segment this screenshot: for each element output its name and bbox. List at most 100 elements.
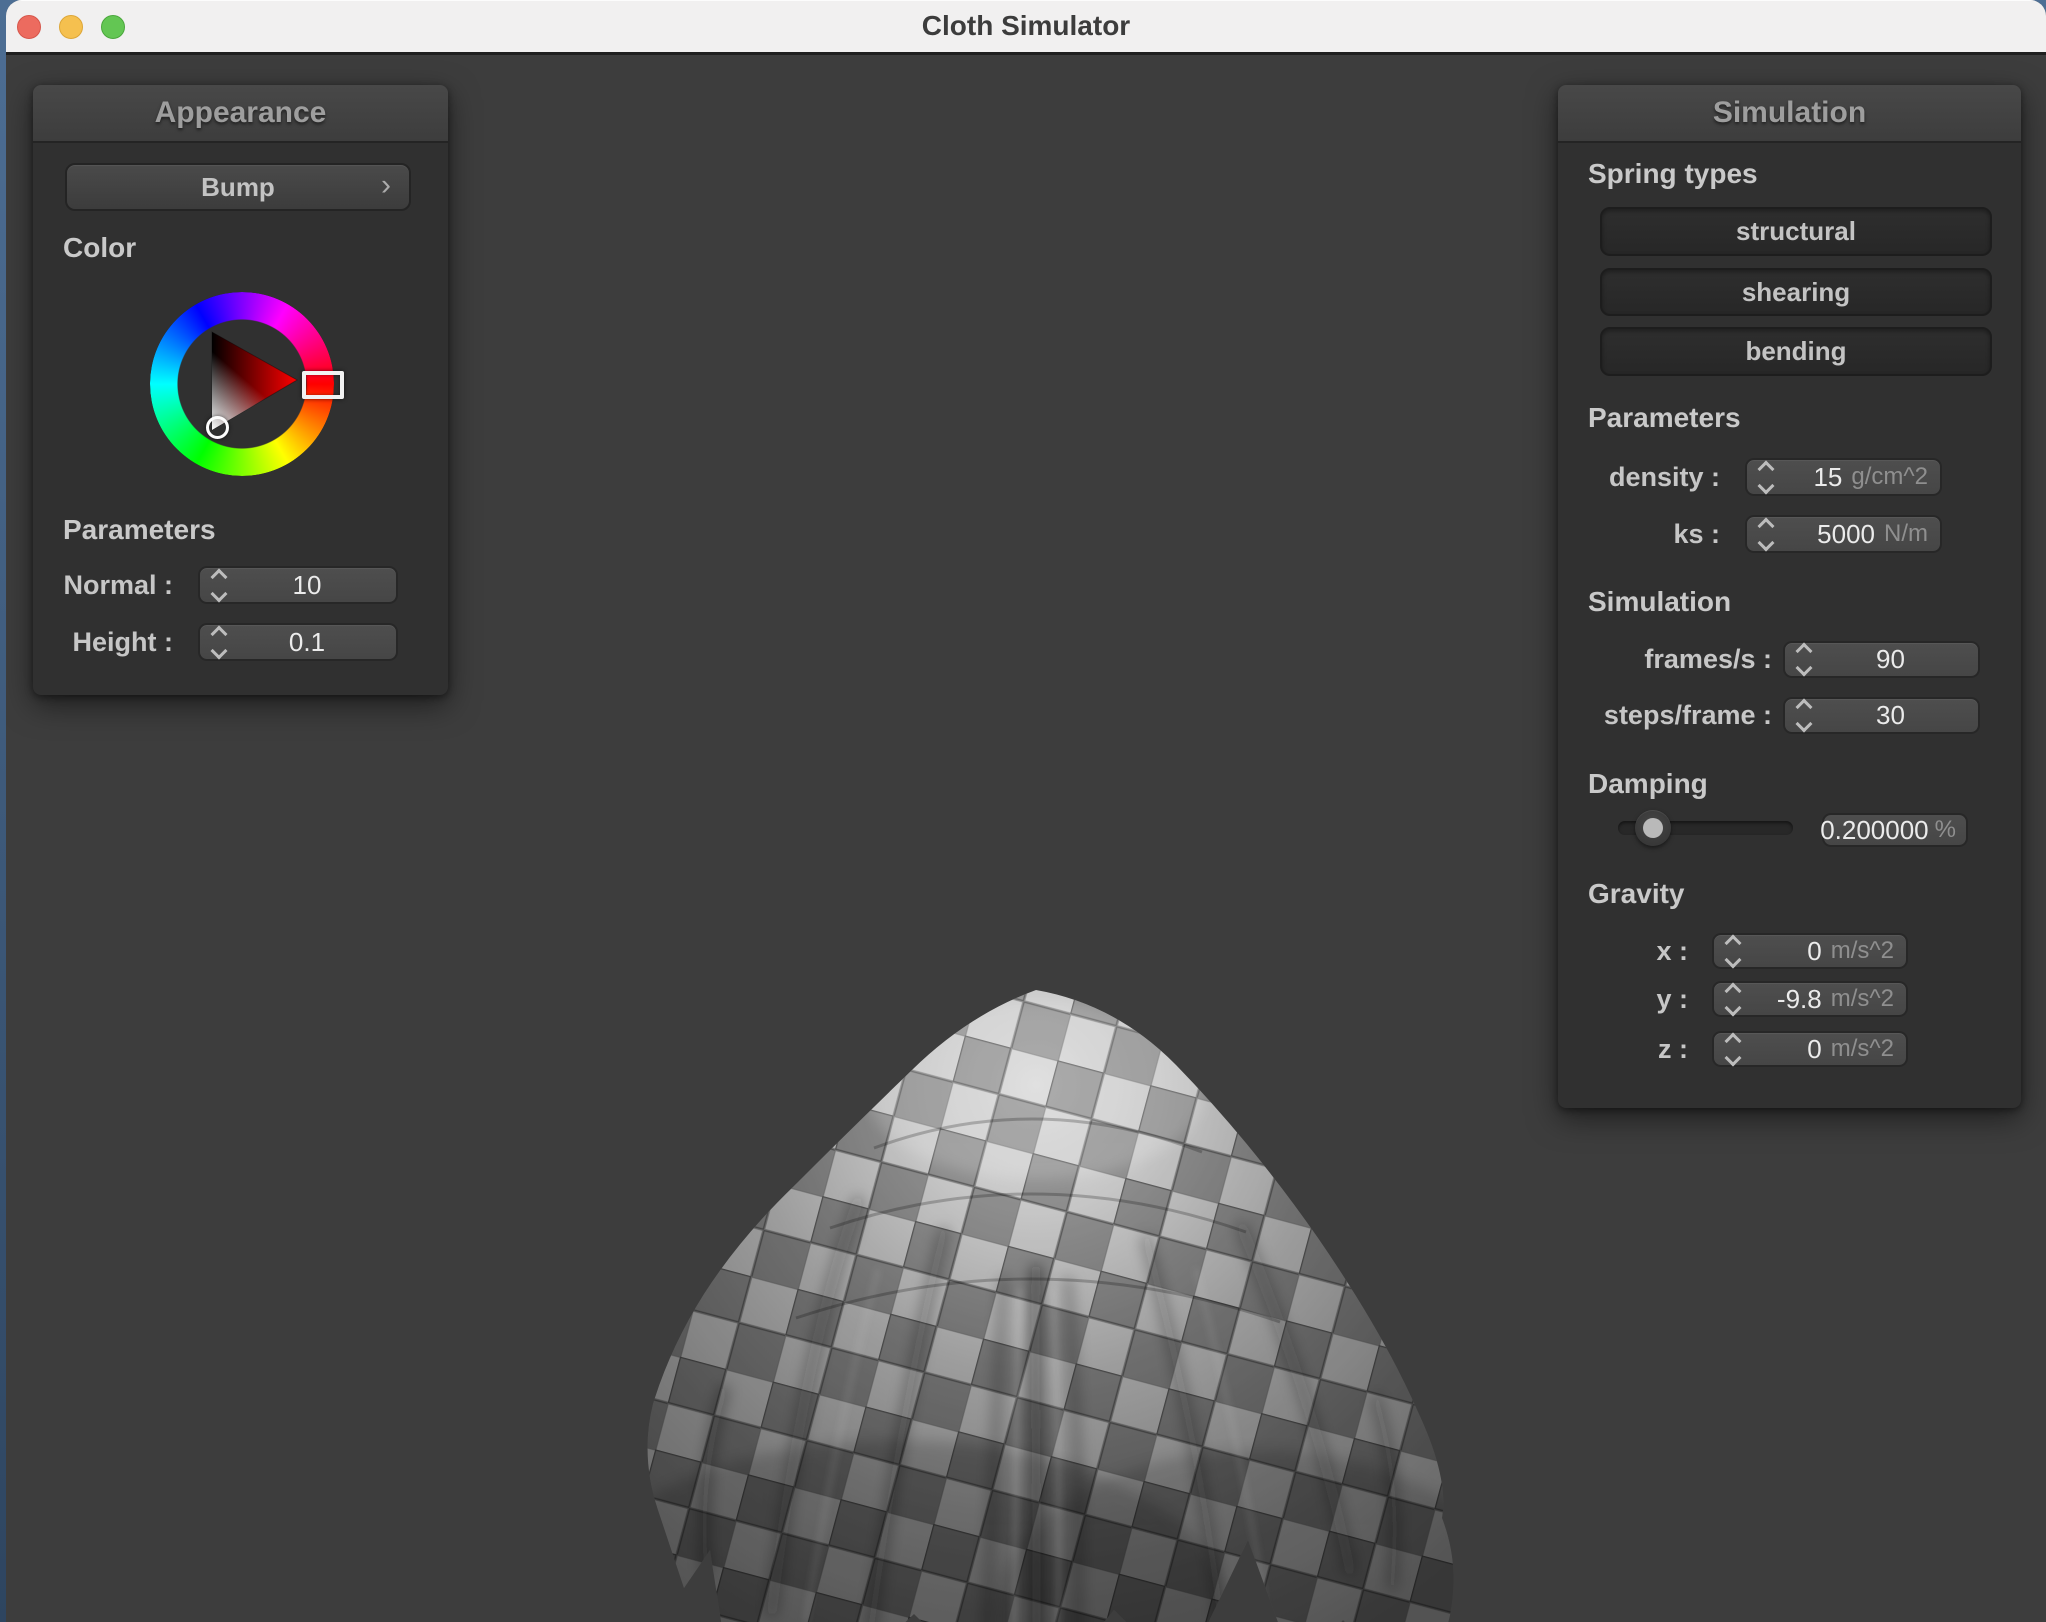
structural-button-label: structural xyxy=(1736,216,1856,246)
gravity-z-spinner[interactable]: 0 m/s^2 xyxy=(1712,1031,1908,1067)
spinner-up-icon[interactable] xyxy=(1724,1032,1742,1049)
ks-label: ks : xyxy=(1673,518,1720,549)
gravity-y-row: y : -9.8 m/s^2 xyxy=(1558,981,1908,1017)
app-window: Cloth Simulator Appearance Bump › Color … xyxy=(6,0,2046,1622)
ks-spinner[interactable]: 5000 N/m xyxy=(1745,515,1942,553)
spinner-down-icon[interactable] xyxy=(1724,999,1742,1016)
gravity-z-label: z : xyxy=(1658,1033,1688,1064)
gravity-x-value: 0 xyxy=(1807,935,1822,966)
simulation-panel-title: Simulation xyxy=(1558,85,2021,143)
steps-row: steps/frame : 30 xyxy=(1558,697,1980,734)
height-label: Height : xyxy=(72,626,174,657)
spinner-stepper[interactable] xyxy=(1722,934,1744,969)
spinner-down-icon[interactable] xyxy=(210,585,228,602)
height-spinner[interactable]: 0.1 xyxy=(198,623,398,661)
cloth-render xyxy=(647,990,1454,1622)
appearance-panel: Appearance Bump › Color Parameters Norma… xyxy=(33,85,448,695)
spinner-stepper[interactable] xyxy=(1722,1032,1744,1067)
spinner-up-icon[interactable] xyxy=(1757,517,1775,534)
spring-shearing-button[interactable]: shearing xyxy=(1600,268,1992,316)
spinner-stepper[interactable] xyxy=(208,625,230,660)
spinner-stepper[interactable] xyxy=(1793,698,1815,733)
steps-spinner[interactable]: 30 xyxy=(1783,697,1980,734)
spring-bending-button[interactable]: bending xyxy=(1600,327,1992,376)
frames-spinner[interactable]: 90 xyxy=(1783,641,1980,678)
appearance-panel-title: Appearance xyxy=(33,85,448,143)
gravity-y-unit: m/s^2 xyxy=(1830,985,1894,1012)
normal-spinner[interactable]: 10 xyxy=(198,566,398,604)
frames-row: frames/s : 90 xyxy=(1558,641,1980,678)
titlebar[interactable]: Cloth Simulator xyxy=(6,0,2046,55)
normal-label: Normal : xyxy=(63,569,173,600)
damping-slider-knob[interactable] xyxy=(1635,810,1671,846)
bump-button-label: Bump xyxy=(201,171,275,202)
spinner-up-icon[interactable] xyxy=(1724,982,1742,999)
ks-value: 5000 xyxy=(1817,518,1875,549)
frames-value: 90 xyxy=(1876,644,1905,674)
frames-label: frames/s : xyxy=(1644,644,1772,674)
simulation-panel: Simulation Spring types structural shear… xyxy=(1558,85,2021,1108)
spinner-stepper[interactable] xyxy=(1755,460,1777,495)
gravity-z-unit: m/s^2 xyxy=(1830,1035,1894,1062)
shearing-button-label: shearing xyxy=(1741,276,1851,307)
spring-types-label: Spring types xyxy=(1588,158,1758,189)
color-section-label: Color xyxy=(63,232,137,263)
spinner-stepper[interactable] xyxy=(1793,642,1815,677)
gravity-x-unit: m/s^2 xyxy=(1830,937,1894,964)
hue-selector-handle[interactable] xyxy=(302,371,344,399)
height-value: 0.1 xyxy=(288,626,326,657)
gravity-x-label: x : xyxy=(1656,935,1688,966)
spinner-down-icon[interactable] xyxy=(1757,477,1775,494)
sim-parameters-label: Parameters xyxy=(1588,402,1741,433)
spinner-down-icon[interactable] xyxy=(1724,951,1742,968)
spinner-stepper[interactable] xyxy=(208,568,230,603)
bump-texture-button[interactable]: Bump › xyxy=(65,163,411,211)
gravity-y-value: -9.8 xyxy=(1776,983,1822,1014)
spinner-up-icon[interactable] xyxy=(210,625,228,642)
spinner-up-icon[interactable] xyxy=(1757,460,1775,477)
spinner-stepper[interactable] xyxy=(1755,517,1777,552)
damping-value: 0.200000 xyxy=(1820,814,1929,845)
gravity-z-value: 0 xyxy=(1807,1033,1822,1064)
gravity-x-spinner[interactable]: 0 m/s^2 xyxy=(1712,933,1908,969)
gravity-label: Gravity xyxy=(1588,878,1685,909)
steps-value: 30 xyxy=(1876,700,1905,730)
spinner-down-icon[interactable] xyxy=(210,642,228,659)
damping-label: Damping xyxy=(1588,768,1708,799)
gravity-x-row: x : 0 m/s^2 xyxy=(1558,933,1908,969)
spinner-up-icon[interactable] xyxy=(1795,642,1813,660)
spinner-down-icon[interactable] xyxy=(1757,534,1775,551)
ks-row: ks : 5000 N/m xyxy=(1558,515,1942,553)
sim-simulation-label: Simulation xyxy=(1588,586,1732,617)
window-title: Cloth Simulator xyxy=(921,10,1131,41)
density-label: density : xyxy=(1608,461,1720,492)
normal-value: 10 xyxy=(292,569,322,600)
sv-selector-handle[interactable] xyxy=(206,416,229,439)
damping-value-field[interactable]: 0.200000 % xyxy=(1820,813,1968,847)
damping-unit: % xyxy=(1934,816,1956,843)
damping-slider[interactable] xyxy=(1618,810,1793,846)
gravity-y-label: y : xyxy=(1656,983,1688,1014)
bending-button-label: bending xyxy=(1745,336,1847,366)
gravity-y-spinner[interactable]: -9.8 m/s^2 xyxy=(1712,981,1908,1017)
appearance-parameters-label: Parameters xyxy=(63,514,216,545)
steps-label: steps/frame : xyxy=(1603,700,1772,730)
spinner-stepper[interactable] xyxy=(1722,982,1744,1017)
spinner-up-icon[interactable] xyxy=(1795,698,1813,716)
spinner-up-icon[interactable] xyxy=(1724,934,1742,951)
spinner-down-icon[interactable] xyxy=(1724,1049,1742,1066)
gravity-z-row: z : 0 m/s^2 xyxy=(1558,1031,1908,1067)
density-row: density : 15 g/cm^2 xyxy=(1558,458,1942,496)
chevron-right-icon: › xyxy=(381,168,391,202)
density-spinner[interactable]: 15 g/cm^2 xyxy=(1745,458,1942,496)
normal-row: Normal : 10 xyxy=(33,566,398,604)
color-wheel[interactable] xyxy=(150,292,344,476)
spring-structural-button[interactable]: structural xyxy=(1600,207,1992,256)
density-unit: g/cm^2 xyxy=(1851,463,1928,490)
height-row: Height : 0.1 xyxy=(33,623,398,661)
spinner-up-icon[interactable] xyxy=(210,568,228,585)
ks-unit: N/m xyxy=(1884,520,1928,547)
spinner-down-icon[interactable] xyxy=(1795,659,1813,677)
spinner-down-icon[interactable] xyxy=(1795,715,1813,733)
density-value: 15 xyxy=(1813,461,1843,492)
